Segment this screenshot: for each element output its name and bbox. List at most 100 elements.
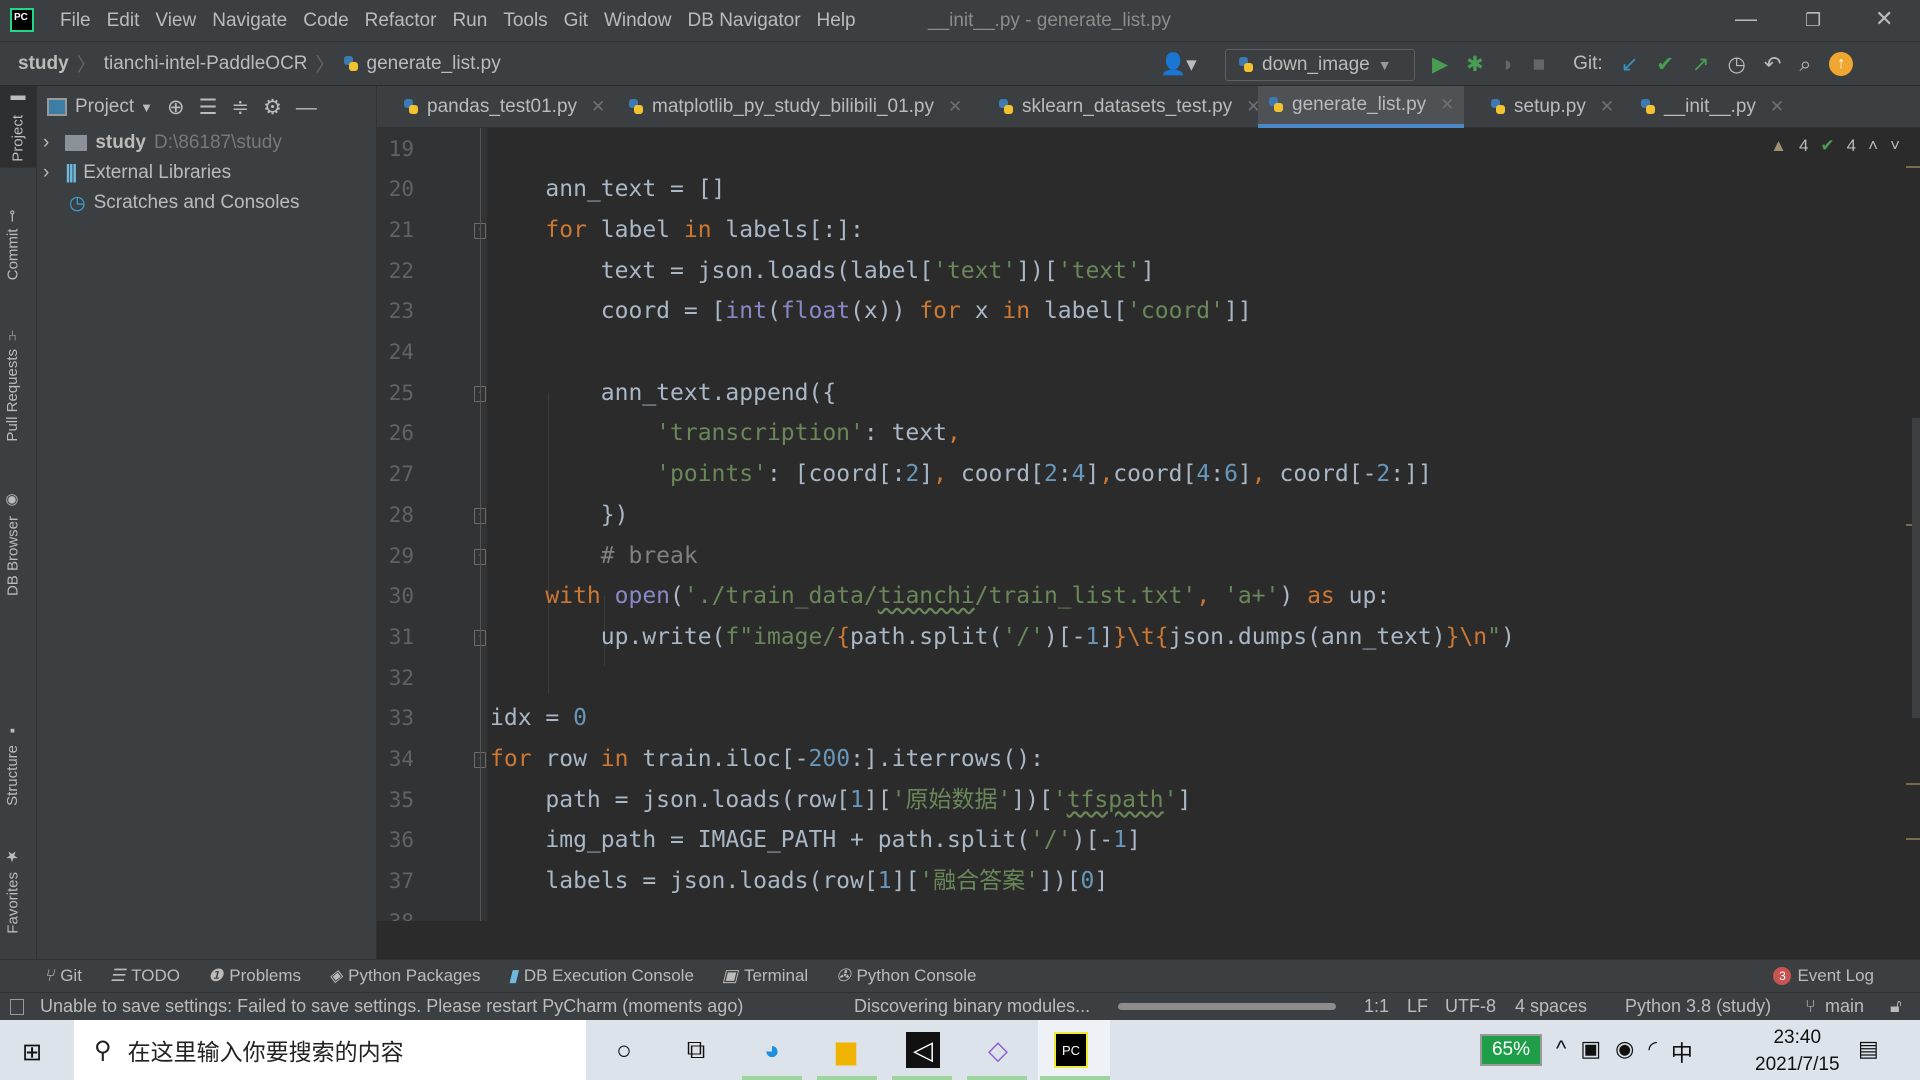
menu-code[interactable]: Code — [295, 10, 356, 32]
cortana-icon[interactable]: ○ — [604, 1032, 644, 1068]
indent-setting[interactable]: 4 spaces — [1515, 996, 1587, 1017]
battery-indicator[interactable]: 65% — [1480, 1034, 1542, 1066]
close-tab-icon[interactable]: ✕ — [1770, 97, 1784, 117]
code-line[interactable]: 'points': [coord[:2], coord[2:4],coord[4… — [490, 454, 1432, 495]
tool-terminal[interactable]: ▣ Terminal — [722, 966, 808, 986]
code-line[interactable]: 'transcription': text, — [490, 413, 961, 454]
chevron-down-icon[interactable]: ˅ — [1890, 136, 1900, 156]
history-icon[interactable]: ◷ — [1728, 54, 1746, 75]
edge-icon[interactable]: ◕ — [752, 1032, 792, 1068]
menu-navigate[interactable]: Navigate — [204, 10, 295, 32]
menu-git[interactable]: Git — [556, 10, 596, 32]
close-tab-icon[interactable]: ✕ — [1440, 95, 1454, 115]
code-line[interactable]: for row in train.iloc[-200:].iterrows(): — [490, 739, 1044, 780]
hide-icon[interactable]: — — [296, 97, 317, 118]
menu-file[interactable]: File — [52, 10, 99, 32]
project-view-select[interactable]: Project — [75, 96, 134, 118]
tab-pandas-test01-py[interactable]: pandas_test01.py ✕ — [393, 86, 615, 128]
strip-project[interactable]: Project ▬ — [0, 86, 36, 168]
strip-commit[interactable]: Commit ⊸ — [4, 204, 22, 286]
background-task[interactable]: Discovering binary modules... — [854, 996, 1090, 1017]
tray-app-icon[interactable]: ▣ — [1580, 1036, 1601, 1068]
ime-indicator[interactable]: 中 — [1671, 1036, 1693, 1068]
breadcrumb-item[interactable]: study — [18, 53, 69, 75]
tab-generate-list-py[interactable]: generate_list.py ✕ — [1258, 86, 1465, 128]
minimize-button[interactable]: — — [1735, 6, 1757, 32]
stop-icon[interactable]: ■ — [1532, 54, 1545, 75]
status-message[interactable]: Unable to save settings: Failed to save … — [40, 996, 743, 1017]
wifi-icon[interactable]: ◜ — [1648, 1036, 1657, 1068]
event-log[interactable]: 3 Event Log — [1773, 966, 1874, 986]
user-icon[interactable]: 👤▾ — [1160, 42, 1197, 86]
code-line[interactable]: idx = 0 — [490, 698, 587, 739]
tab-matplotlib-py-study-bilibili-01-py[interactable]: matplotlib_py_study_bilibili_01.py ✕ — [618, 86, 972, 128]
run-configuration-select[interactable]: down_image ▼ — [1225, 49, 1415, 81]
close-button[interactable]: ✕ — [1875, 6, 1893, 32]
close-tab-icon[interactable]: ✕ — [591, 97, 605, 117]
tool-db-console[interactable]: ▮ DB Execution Console — [508, 966, 693, 986]
code-line[interactable]: img_path = IMAGE_PATH + path.split('/')[… — [490, 820, 1140, 861]
menu-help[interactable]: Help — [809, 10, 864, 32]
menu-view[interactable]: View — [147, 10, 204, 32]
file-encoding[interactable]: UTF-8 — [1445, 996, 1496, 1017]
tab--init-py[interactable]: __init__.py ✕ — [1630, 86, 1794, 128]
tool-python-console[interactable]: ✇ Python Console — [836, 966, 976, 986]
update-icon[interactable]: ↑ — [1829, 52, 1854, 76]
tool-todo[interactable]: ☰ TODO — [110, 966, 180, 986]
strip-structure[interactable]: Structure ▪ — [4, 716, 21, 812]
pycharm-taskbar-icon[interactable]: PC — [1054, 1032, 1088, 1068]
git-commit-icon[interactable]: ✔ — [1656, 54, 1674, 75]
tool-git[interactable]: ⑂ Git — [44, 966, 82, 986]
code-line[interactable]: labels = json.loads(row[1]['融合答案'])[0] — [490, 861, 1108, 902]
tool-windows-toggle-icon[interactable] — [10, 998, 24, 1015]
tree-item-external-libraries[interactable]: › ||| External Libraries — [37, 158, 376, 188]
chevron-up-icon[interactable]: ˄ — [1868, 136, 1878, 156]
line-separator[interactable]: LF — [1407, 996, 1428, 1017]
lock-icon[interactable]: 🔓︎ — [1890, 996, 1902, 1017]
menu-tools[interactable]: Tools — [495, 10, 555, 32]
menu-db-navigator[interactable]: DB Navigator — [680, 10, 809, 32]
code-line[interactable]: coord = [int(float(x)) for x in label['c… — [490, 291, 1252, 332]
restore-button[interactable]: ❐ — [1805, 10, 1821, 31]
close-tab-icon[interactable]: ✕ — [948, 97, 962, 117]
strip-pull-requests[interactable]: Pull Requests ⑂ — [4, 322, 21, 448]
breadcrumb-item[interactable]: generate_list.py — [367, 53, 501, 75]
run-icon[interactable]: ▶ — [1432, 54, 1448, 75]
taskbar-search[interactable]: ⚲ 在这里输入你要搜索的内容 — [74, 1020, 586, 1080]
chevron-down-icon[interactable]: ▼ — [140, 100, 153, 115]
notification-icon[interactable]: ▤ — [1858, 1036, 1879, 1062]
debug-icon[interactable]: ✱ — [1466, 54, 1484, 75]
git-update-icon[interactable]: ↙ — [1621, 54, 1639, 75]
strip-favorites[interactable]: Favorites ★ — [4, 842, 22, 940]
caret-position[interactable]: 1:1 — [1364, 996, 1389, 1017]
collapse-all-icon[interactable]: ≑ — [231, 97, 249, 118]
locate-icon[interactable]: ⊕ — [167, 97, 185, 118]
clock[interactable]: 23:40 2021/7/15 — [1755, 1024, 1840, 1078]
strip-db-browser[interactable]: DB Browser ◉ — [4, 486, 22, 602]
code-editor[interactable]: 192021-22232425-262728-29-3031-323334-35… — [377, 128, 1920, 921]
windows-start-icon[interactable]: ⊞ — [22, 1038, 42, 1067]
code-line[interactable]: with open('./train_data/tianchi/train_li… — [490, 576, 1390, 617]
code-line[interactable]: ann_text = [] — [490, 169, 725, 210]
tree-item-study[interactable]: › study D:\86187\study — [37, 128, 376, 158]
visual-studio-icon[interactable]: ◇ — [978, 1032, 1018, 1068]
menu-run[interactable]: Run — [444, 10, 495, 32]
qq-icon[interactable]: ◉ — [1615, 1036, 1634, 1068]
close-tab-icon[interactable]: ✕ — [1600, 97, 1614, 117]
code-line[interactable]: for label in labels[:]: — [490, 210, 864, 251]
interpreter[interactable]: Python 3.8 (study) — [1625, 996, 1771, 1017]
tab-sklearn-datasets-test-py[interactable]: sklearn_datasets_test.py ✕ — [988, 86, 1270, 128]
menu-edit[interactable]: Edit — [99, 10, 148, 32]
git-branch[interactable]: main — [1825, 996, 1864, 1017]
code-line[interactable]: # break — [490, 536, 698, 577]
expand-all-icon[interactable]: ☰ — [199, 97, 218, 118]
task-view-icon[interactable]: ⧉ — [676, 1032, 716, 1068]
gear-icon[interactable]: ⚙ — [263, 97, 282, 118]
tool-python-packages[interactable]: ◈ Python Packages — [329, 966, 480, 986]
tool-problems[interactable]: ❶ Problems — [208, 966, 301, 986]
git-push-icon[interactable]: ↗ — [1692, 54, 1710, 75]
coverage-icon[interactable]: ◗ — [1502, 54, 1515, 75]
menu-refactor[interactable]: Refactor — [357, 10, 445, 32]
scrollbar[interactable] — [1912, 418, 1920, 718]
inspection-widget[interactable]: ▲ 4 ✔ 4 ˄ ˅ — [1770, 136, 1900, 156]
